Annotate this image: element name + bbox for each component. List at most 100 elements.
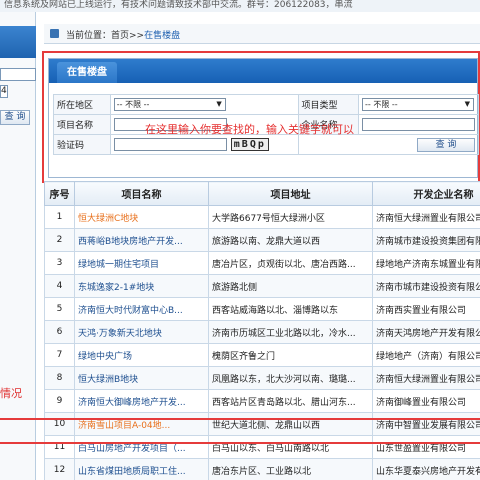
- project-address: 白马山以东、白马山南路以北: [208, 435, 373, 459]
- captcha-image[interactable]: mBQp: [230, 138, 269, 151]
- row-number: 6: [44, 320, 75, 344]
- developer-name: 济南市城市建设投资有限公司: [372, 274, 480, 298]
- table-row: 2 西蒋峪B地块房地产开发... 旅游路以南、龙鼎大道以西 济南城市建设投资集团有限: [44, 228, 480, 252]
- panel-header: 在售楼盘: [49, 59, 477, 83]
- header-no: 序号: [44, 181, 75, 206]
- breadcrumb: 当前位置：首页>>在售楼盘: [44, 24, 480, 44]
- row-number: 9: [44, 389, 75, 413]
- notice-bar: 信息系统及网站已上线运行，有技术问题请致技术部中交流。群号：206122083，…: [0, 0, 480, 12]
- project-address: 唐冶东片区、工业路以北: [208, 458, 373, 480]
- company-name-input[interactable]: [362, 118, 475, 131]
- panel-title: 在售楼盘: [57, 62, 117, 83]
- developer-name: 山东华夏泰兴房地产开发有: [372, 458, 480, 480]
- developer-name: 济南御峰置业有限公司: [372, 389, 480, 413]
- project-name-link[interactable]: 东城逸家2-1#地块: [74, 274, 209, 298]
- developer-name: 绿地地产（济南）有限公司: [372, 343, 480, 367]
- table-row: 4东城逸家2-1#地块旅游路北侧济南市城市建设投资有限公司: [44, 274, 480, 298]
- developer-name: 山东世盈置业有限公司: [372, 435, 480, 459]
- project-address: 唐冶片区，贞观街以北、唐冶西路...: [208, 251, 373, 275]
- row-number: 12: [44, 458, 75, 480]
- search-highlight-box: 在售楼盘 所在地区 -- 不限 -- ▼ 项目类型 -- 不限 -- ▼ 项目名称 …: [42, 51, 480, 183]
- developer-name: 绿地地产济南东城置业有限: [372, 251, 480, 275]
- notice-text: 信息系统及网站已上线运行，有技术问题请致技术部中交流。群号：206122083，…: [4, 0, 353, 10]
- project-address: 大学路6677号恒大绿洲小区: [208, 205, 373, 229]
- developer-name: 济南中智置业发展有限公司: [372, 412, 480, 436]
- breadcrumb-current: 在售楼盘: [144, 31, 181, 41]
- header-project-address: 项目地址: [208, 181, 373, 206]
- table-row: 10 济南雪山项目A-04地... 世纪大道北侧、龙鼎山以西 济南中智置业发展有限公司: [44, 412, 480, 436]
- type-select-value: -- 不限 --: [365, 100, 398, 109]
- project-address: 世纪大道北侧、龙鼎山以西: [208, 412, 373, 436]
- project-name-link[interactable]: 绿地城一期住宅项目: [74, 251, 209, 275]
- project-address: 西客站片区青岛路以北、腊山河东...: [208, 389, 373, 413]
- project-table-wrap: 序号 项目名称 项目地址 开发企业名称 1 恒大绿洲C地块 大学路6677号恒大绿洲…: [44, 181, 480, 480]
- project-label: 项目名称: [53, 114, 111, 135]
- project-name-link[interactable]: 恒大绿洲C地块: [74, 205, 209, 229]
- type-select[interactable]: -- 不限 -- ▼: [362, 98, 474, 111]
- project-name-link[interactable]: 恒大绿洲B地块: [74, 366, 209, 390]
- row-number: 5: [44, 297, 75, 321]
- developer-name: 济南天鸿房地产开发有限公: [372, 320, 480, 344]
- query-button[interactable]: 查 询: [417, 137, 475, 152]
- captcha-input[interactable]: [113, 138, 227, 151]
- table-row: 11 白马山房地产开发项目（... 白马山以东、白马山南路以北 山东世盈置业有限公司: [44, 435, 480, 459]
- region-select[interactable]: -- 不限 -- ▼: [113, 98, 226, 111]
- header-project-name: 项目名称: [74, 181, 209, 206]
- chevron-down-icon: ▼: [464, 100, 470, 108]
- row-number: 1: [44, 205, 75, 229]
- project-address: 旅游路以南、龙鼎大道以西: [208, 228, 373, 252]
- region-label: 所在地区: [53, 94, 111, 115]
- developer-name: 济南城市建设投资集团有限: [372, 228, 480, 252]
- chevron-down-icon: ▼: [216, 100, 222, 108]
- project-name-link[interactable]: 西蒋峪B地块房地产开发...: [74, 228, 209, 252]
- row-number: 11: [44, 435, 75, 459]
- region-cell: -- 不限 -- ▼: [109, 94, 299, 115]
- row-number: 8: [44, 366, 75, 390]
- project-address: 槐荫区齐鲁之门: [208, 343, 373, 367]
- region-select-value: -- 不限 --: [116, 100, 150, 109]
- captcha-cell: mBQp: [109, 134, 299, 155]
- search-panel: 在售楼盘 所在地区 -- 不限 -- ▼ 项目类型 -- 不限 -- ▼ 项目名称 …: [48, 58, 480, 178]
- sidebar-input[interactable]: [0, 68, 36, 81]
- project-name-link[interactable]: 济南雪山项目A-04地...: [74, 412, 209, 436]
- sidebar-annotation: 情况: [0, 387, 22, 400]
- sidebar-select[interactable]: 4: [0, 85, 8, 98]
- breadcrumb-prefix[interactable]: 当前位置：首页>>: [66, 31, 144, 41]
- left-sidebar: 4 查 询 情况: [0, 12, 36, 480]
- location-icon: [50, 29, 59, 38]
- developer-name: 济南西实置业有限公司: [372, 297, 480, 321]
- breadcrumb-text: 当前位置：首页>>在售楼盘: [66, 28, 180, 41]
- project-name-link[interactable]: 济南恒大时代财富中心B...: [74, 297, 209, 321]
- table-row: 5 济南恒大时代财富中心B... 西客站威海路以北、淄博路以东 济南西实置业有限公司: [44, 297, 480, 321]
- table-row: 3 绿地城一期住宅项目 唐冶片区，贞观街以北、唐冶西路... 绿地地产济南东城置业有限: [44, 251, 480, 275]
- project-name-link[interactable]: 天鸿·万象新天北地块: [74, 320, 209, 344]
- sidebar-query-button[interactable]: 查 询: [0, 110, 30, 125]
- developer-name: 济南恒大绿洲置业有限公司: [372, 205, 480, 229]
- type-cell: -- 不限 -- ▼: [358, 94, 479, 115]
- project-name-link[interactable]: 绿地中央广场: [74, 343, 209, 367]
- project-table: 序号 项目名称 项目地址 开发企业名称 1 恒大绿洲C地块 大学路6677号恒大绿洲…: [44, 181, 480, 480]
- header-developer: 开发企业名称: [372, 181, 480, 206]
- project-address: 凤凰路以东，北大沙河以南、璐璐...: [208, 366, 373, 390]
- captcha-label: 验证码: [53, 134, 111, 155]
- company-cell: [358, 114, 479, 135]
- row-number: 2: [44, 228, 75, 252]
- project-name-link[interactable]: 白马山房地产开发项目（...: [74, 435, 209, 459]
- table-row: 12 山东省煤田地质局职工住... 唐冶东片区、工业路以北 山东华夏泰兴房地产开发有: [44, 458, 480, 480]
- row-number: 4: [44, 274, 75, 298]
- search-annotation: 在这里输入你要查找的，输入关键字就可以: [145, 123, 354, 136]
- table-row: 6 天鸿·万象新天北地块 济南市历城区工业北路以北，冷水... 济南天鸿房地产开发有限…: [44, 320, 480, 344]
- row-number: 7: [44, 343, 75, 367]
- project-address: 西客站威海路以北、淄博路以东: [208, 297, 373, 321]
- project-name-link[interactable]: 山东省煤田地质局职工住...: [74, 458, 209, 480]
- table-row: 1 恒大绿洲C地块 大学路6677号恒大绿洲小区 济南恒大绿洲置业有限公司: [44, 205, 480, 229]
- query-cell: 查 询: [297, 134, 480, 155]
- sidebar-header: [0, 26, 36, 58]
- project-name-link[interactable]: 济南恒大御峰房地产开发...: [74, 389, 209, 413]
- table-row: 8 恒大绿洲B地块 凤凰路以东，北大沙河以南、璐璐... 济南恒大绿洲置业有限公司: [44, 366, 480, 390]
- project-address: 旅游路北侧: [208, 274, 373, 298]
- table-row: 7 绿地中央广场 槐荫区齐鲁之门 绿地地产（济南）有限公司: [44, 343, 480, 367]
- developer-name: 济南恒大绿洲置业有限公司: [372, 366, 480, 390]
- row-number: 10: [44, 412, 75, 436]
- row-number: 3: [44, 251, 75, 275]
